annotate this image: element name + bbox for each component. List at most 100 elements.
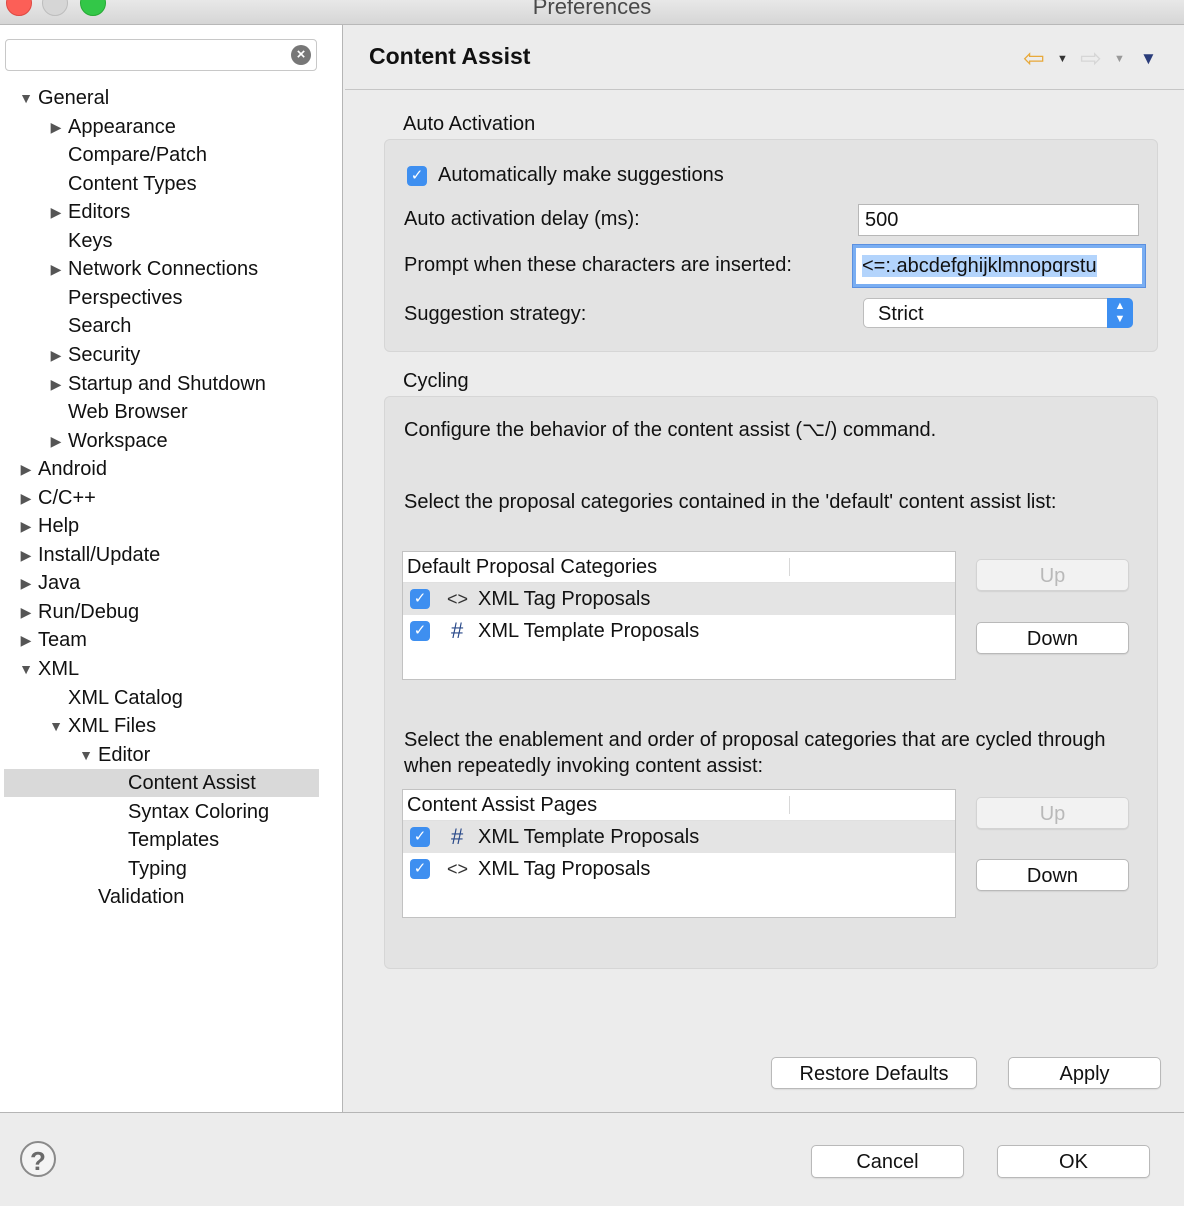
row-checkbox[interactable]: ✓ xyxy=(410,621,430,641)
tree-item-label: Security xyxy=(68,343,141,366)
tree-item[interactable]: ▶ Security xyxy=(0,341,342,369)
tree-item[interactable]: ▶ Network Connections xyxy=(0,255,342,283)
dialog-footer: ? Cancel OK xyxy=(0,1112,1184,1206)
expand-triangle-icon[interactable]: ▶ xyxy=(18,569,34,597)
cancel-button[interactable]: Cancel xyxy=(811,1145,964,1178)
expand-triangle-icon[interactable]: ▶ xyxy=(48,427,64,455)
tree-item[interactable]: ▼ Editor xyxy=(0,741,342,769)
tree-item[interactable]: ▼ XML Files xyxy=(0,712,342,740)
tree-item-label: Keys xyxy=(68,229,113,252)
tree-item-label: Editor xyxy=(98,743,151,766)
tree-item-label: Appearance xyxy=(68,115,176,138)
prompt-chars-input[interactable]: <=:.abcdefghijklmnopqrstu xyxy=(852,244,1146,288)
expand-triangle-icon[interactable]: ▶ xyxy=(18,598,34,626)
pages-up-button[interactable]: Up xyxy=(976,797,1129,829)
tree-item[interactable]: XML Catalog xyxy=(0,684,342,712)
auto-suggest-label: Automatically make suggestions xyxy=(438,164,724,186)
expand-triangle-icon[interactable]: ▶ xyxy=(18,512,34,540)
table-row[interactable]: ✓ <> XML Tag Proposals xyxy=(403,583,955,615)
collapse-triangle-icon[interactable]: ▼ xyxy=(78,741,94,769)
table-row[interactable]: ✓ <> XML Tag Proposals xyxy=(403,853,955,885)
tree-item[interactable]: ▶ Help xyxy=(0,512,342,540)
expand-triangle-icon[interactable]: ▶ xyxy=(48,370,64,398)
tree-item[interactable]: ▶ Appearance xyxy=(0,113,342,141)
ok-button[interactable]: OK xyxy=(997,1145,1150,1178)
tree-item-label: Templates xyxy=(128,829,220,852)
tree-item[interactable]: Typing xyxy=(0,855,342,883)
auto-activation-group-label: Auto Activation xyxy=(403,113,536,135)
tree-item[interactable]: ▶ Android xyxy=(0,455,342,483)
tree-item[interactable]: Perspectives xyxy=(0,284,342,312)
default-down-button[interactable]: Down xyxy=(976,622,1129,654)
tree-item[interactable]: Syntax Coloring xyxy=(0,798,342,826)
tree-item[interactable]: Compare/Patch xyxy=(0,141,342,169)
column-separator xyxy=(789,558,790,576)
expand-triangle-icon[interactable]: ▶ xyxy=(18,541,34,569)
collapse-triangle-icon[interactable]: ▼ xyxy=(48,712,64,740)
expand-triangle-icon[interactable]: ▶ xyxy=(18,484,34,512)
forward-history-dropdown-icon[interactable]: ▼ xyxy=(1114,53,1125,65)
expand-triangle-icon[interactable]: ▶ xyxy=(48,255,64,283)
tree-item[interactable]: ▶ Team xyxy=(0,626,342,654)
tree-item[interactable]: ▶ Editors xyxy=(0,198,342,226)
collapse-triangle-icon[interactable]: ▼ xyxy=(18,655,34,683)
tree-item[interactable]: ▶ C/C++ xyxy=(0,484,342,512)
tree-item[interactable]: Search xyxy=(0,312,342,340)
pages-down-button[interactable]: Down xyxy=(976,859,1129,891)
table-row[interactable]: ✓ # XML Template Proposals xyxy=(403,615,955,647)
pages-table-header[interactable]: Content Assist Pages xyxy=(403,790,955,821)
filter-input[interactable] xyxy=(12,40,286,70)
tree-item[interactable]: Content Types xyxy=(0,170,342,198)
auto-suggest-checkbox[interactable]: ✓ xyxy=(407,166,427,186)
tree-item-label: XML Files xyxy=(68,715,157,738)
table-row[interactable]: ✓ # XML Template Proposals xyxy=(403,821,955,853)
collapse-triangle-icon[interactable]: ▼ xyxy=(18,84,34,112)
filter-field[interactable]: × xyxy=(5,39,317,71)
expand-triangle-icon[interactable]: ▶ xyxy=(48,113,64,141)
row-label: XML Tag Proposals xyxy=(478,588,651,610)
tree-item[interactable]: Templates xyxy=(0,826,342,854)
title-bar: Preferences xyxy=(0,0,1184,25)
expand-triangle-icon[interactable]: ▶ xyxy=(18,455,34,483)
default-table-header[interactable]: Default Proposal Categories xyxy=(403,552,955,583)
cycling-description: Configure the behavior of the content as… xyxy=(404,419,937,441)
back-history-dropdown-icon[interactable]: ▼ xyxy=(1057,53,1068,65)
clear-filter-icon[interactable]: × xyxy=(291,45,311,65)
row-checkbox[interactable]: ✓ xyxy=(410,859,430,879)
default-proposal-table: Default Proposal Categories ✓ <> XML Tag P… xyxy=(402,551,956,680)
expand-triangle-icon[interactable]: ▶ xyxy=(48,341,64,369)
default-list-text: Select the proposal categories contained… xyxy=(404,491,1057,513)
view-menu-icon[interactable]: ▼ xyxy=(1140,49,1157,69)
tree-item-label: Network Connections xyxy=(68,258,259,281)
expand-triangle-icon[interactable]: ▶ xyxy=(48,198,64,226)
xml-tag-icon: <> xyxy=(447,589,469,609)
strategy-select[interactable]: Strict ▲ ▼ xyxy=(863,298,1133,328)
row-label: XML Tag Proposals xyxy=(478,858,651,880)
tree-item[interactable]: ▶ Workspace xyxy=(0,427,342,455)
tree-item[interactable]: ▶ Install/Update xyxy=(0,541,342,569)
tree-item-label: Validation xyxy=(98,886,185,909)
expand-triangle-icon[interactable]: ▶ xyxy=(18,626,34,654)
row-checkbox[interactable]: ✓ xyxy=(410,827,430,847)
tree-item[interactable]: Validation xyxy=(0,883,342,911)
restore-defaults-button[interactable]: Restore Defaults xyxy=(771,1057,977,1089)
forward-arrow-icon[interactable]: ⇨ xyxy=(1080,45,1102,71)
help-icon[interactable]: ? xyxy=(20,1141,56,1177)
page-header: Content Assist ⇦ ▼ ⇨ ▼ ▼ xyxy=(345,25,1184,90)
tree-item[interactable]: ▶ Java xyxy=(0,569,342,597)
column-separator xyxy=(789,796,790,814)
row-checkbox[interactable]: ✓ xyxy=(410,589,430,609)
back-arrow-icon[interactable]: ⇦ xyxy=(1023,45,1045,71)
default-table-header-label: Default Proposal Categories xyxy=(407,556,658,578)
tree-item[interactable]: ▶ Startup and Shutdown xyxy=(0,370,342,398)
default-up-button[interactable]: Up xyxy=(976,559,1129,591)
tree-item[interactable]: ▶ Run/Debug xyxy=(0,598,342,626)
tree-item[interactable]: ▼ General xyxy=(0,84,342,112)
delay-input[interactable]: 500 xyxy=(858,204,1139,236)
tree-item[interactable]: Web Browser xyxy=(0,398,342,426)
tree-item[interactable]: ▼ XML xyxy=(0,655,342,683)
tree-item[interactable]: Keys xyxy=(0,227,342,255)
apply-button[interactable]: Apply xyxy=(1008,1057,1161,1089)
tree-item-label: Install/Update xyxy=(38,543,161,566)
tree-item[interactable]: Content Assist xyxy=(4,769,319,798)
